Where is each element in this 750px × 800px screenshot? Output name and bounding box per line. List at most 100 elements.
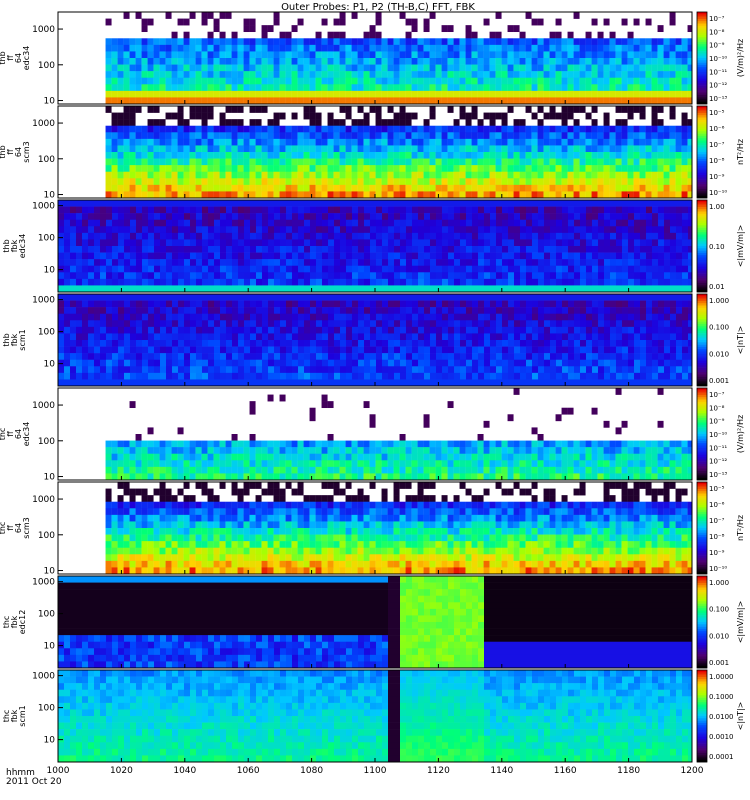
heatmap-cell bbox=[628, 226, 634, 234]
heatmap-cell bbox=[555, 51, 562, 59]
heatmap-cell bbox=[358, 359, 364, 367]
heatmap-cell bbox=[309, 171, 316, 179]
heatmap-cell bbox=[208, 252, 214, 260]
heatmap-cell bbox=[298, 353, 304, 361]
colorbar-segment bbox=[697, 21, 707, 24]
heatmap-cell bbox=[202, 246, 208, 253]
heatmap-cell bbox=[400, 252, 406, 260]
heatmap-cell bbox=[219, 51, 226, 59]
heatmap-cell bbox=[423, 125, 430, 133]
heatmap-cell bbox=[676, 219, 682, 227]
heatmap-cell bbox=[135, 97, 142, 105]
heatmap-cell bbox=[507, 132, 514, 140]
heatmap-cell bbox=[435, 64, 442, 72]
heatmap-cell bbox=[435, 145, 442, 153]
heatmap-cell bbox=[316, 379, 322, 387]
heatmap-cell bbox=[520, 259, 526, 267]
heatmap-cell bbox=[321, 152, 328, 159]
heatmap-cell bbox=[448, 346, 454, 354]
heatmap-cell bbox=[441, 90, 448, 98]
heatmap-cell bbox=[267, 158, 274, 166]
heatmap-cell bbox=[262, 333, 268, 341]
heatmap-cell bbox=[526, 285, 532, 293]
heatmap-cell bbox=[513, 184, 520, 192]
heatmap-cell bbox=[249, 191, 256, 199]
heatmap-cell bbox=[178, 200, 184, 207]
heatmap-cell bbox=[351, 132, 358, 140]
heatmap-cell bbox=[465, 132, 472, 140]
heatmap-cell bbox=[490, 200, 496, 207]
heatmap-cell bbox=[214, 307, 220, 315]
heatmap-cell bbox=[544, 246, 550, 253]
colorbar-3: 0.010.101.00<|mV/m|> bbox=[696, 199, 745, 293]
heatmap-cell bbox=[303, 84, 310, 92]
heatmap-cell bbox=[207, 38, 214, 46]
heatmap-cell bbox=[375, 51, 382, 59]
heatmap-cell bbox=[351, 152, 358, 159]
heatmap-cell bbox=[334, 200, 340, 207]
heatmap-cell bbox=[190, 320, 196, 328]
heatmap-cell bbox=[519, 71, 526, 79]
heatmap-cell bbox=[627, 38, 634, 46]
heatmap-cell bbox=[447, 58, 454, 65]
heatmap-cell bbox=[154, 252, 160, 260]
heatmap-cell bbox=[675, 51, 682, 59]
heatmap-cell bbox=[645, 132, 652, 140]
heatmap-cell bbox=[448, 300, 454, 308]
heatmap-cell bbox=[310, 239, 316, 247]
heatmap-cell bbox=[123, 132, 130, 140]
heatmap-cell bbox=[177, 84, 184, 92]
heatmap-cell bbox=[381, 152, 388, 159]
heatmap-cell bbox=[100, 353, 106, 361]
heatmap-cell bbox=[154, 232, 160, 240]
heatmap-cell bbox=[190, 272, 196, 280]
heatmap-cell bbox=[579, 97, 586, 105]
heatmap-cell bbox=[562, 252, 568, 260]
heatmap-cell bbox=[82, 320, 88, 328]
heatmap-cell bbox=[64, 320, 70, 328]
heatmap-cell bbox=[70, 265, 76, 273]
heatmap-cell bbox=[58, 272, 64, 280]
heatmap-cell bbox=[568, 239, 574, 247]
heatmap-cell bbox=[316, 259, 322, 267]
heatmap-cell bbox=[334, 246, 340, 253]
heatmap-cell bbox=[298, 252, 304, 260]
panel-label-line: scm3 bbox=[22, 141, 31, 162]
heatmap-cell bbox=[321, 184, 328, 192]
heatmap-cell bbox=[364, 359, 370, 367]
heatmap-cell bbox=[675, 125, 682, 133]
heatmap-cell bbox=[537, 51, 544, 59]
heatmap-cell bbox=[339, 145, 346, 153]
heatmap-cell bbox=[124, 239, 130, 247]
heatmap-cell bbox=[621, 184, 628, 192]
heatmap-cell bbox=[106, 259, 112, 267]
heatmap-cell bbox=[448, 232, 454, 240]
heatmap-cell bbox=[351, 44, 358, 52]
heatmap-cell bbox=[339, 165, 346, 173]
heatmap-cell bbox=[231, 125, 238, 133]
heatmap-cell bbox=[310, 353, 316, 361]
heatmap-cell bbox=[616, 265, 622, 273]
heatmap-cell bbox=[322, 353, 328, 361]
heatmap-cell bbox=[423, 90, 430, 98]
heatmap-cell bbox=[406, 259, 412, 267]
heatmap-cell bbox=[166, 307, 172, 315]
heatmap-cell bbox=[340, 294, 346, 301]
heatmap-cell bbox=[370, 265, 376, 273]
heatmap-cell bbox=[124, 300, 130, 308]
heatmap-cell bbox=[280, 372, 286, 380]
heatmap-cell bbox=[304, 206, 310, 214]
heatmap-cell bbox=[387, 97, 394, 105]
heatmap-cell bbox=[544, 239, 550, 247]
heatmap-cell bbox=[292, 359, 298, 367]
heatmap-cell bbox=[82, 252, 88, 260]
heatmap-cell bbox=[471, 38, 478, 46]
heatmap-cell bbox=[291, 171, 298, 179]
heatmap-cell bbox=[676, 206, 682, 214]
heatmap-cell bbox=[171, 97, 178, 105]
heatmap-cell bbox=[388, 285, 394, 293]
heatmap-cell bbox=[340, 340, 346, 347]
heatmap-cell bbox=[442, 372, 448, 380]
heatmap-cell bbox=[291, 165, 298, 173]
heatmap-cell bbox=[135, 77, 142, 85]
